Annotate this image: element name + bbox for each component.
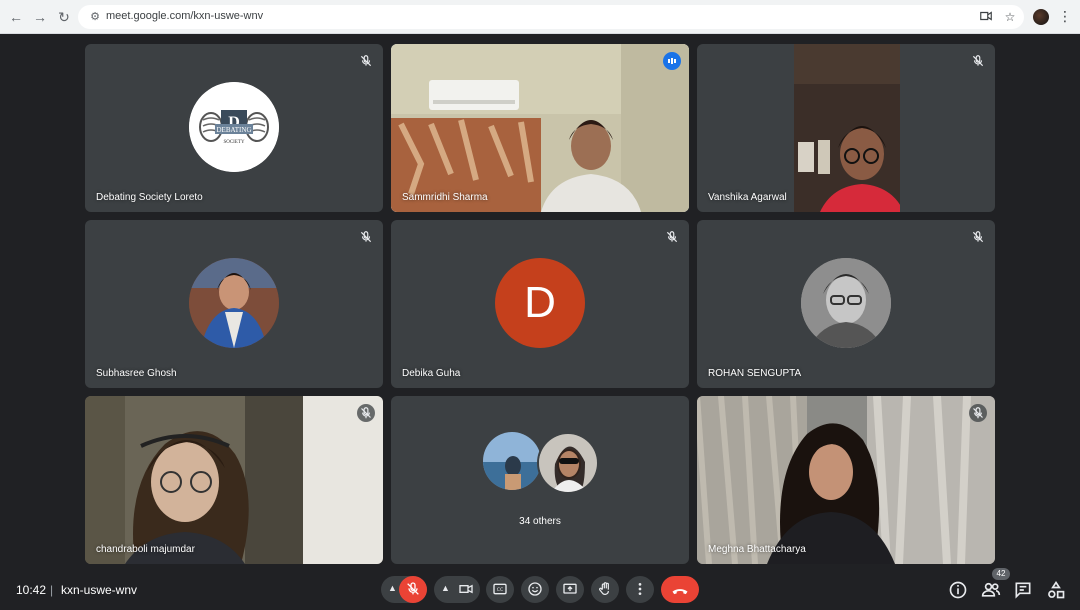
participant-tile[interactable]: Meghna Bhattacharya: [697, 396, 995, 564]
svg-text:DEBATING: DEBATING: [217, 126, 252, 134]
participant-tile[interactable]: D Debika Guha: [391, 220, 689, 388]
mic-off-icon: [357, 404, 375, 422]
meeting-time: 10:42: [16, 583, 47, 597]
participant-tile[interactable]: chandraboli majumdar: [85, 396, 383, 564]
url-text[interactable]: meet.google.com/kxn-uswe-wnv: [106, 10, 263, 22]
profile-avatar[interactable]: [1033, 9, 1049, 25]
reload-icon[interactable]: ↻: [56, 9, 72, 25]
people-count-badge: 42: [992, 568, 1010, 580]
participant-name: Vanshika Agarwal: [708, 192, 787, 203]
more-vert-icon: [638, 583, 642, 595]
meeting-info-icon[interactable]: [948, 580, 968, 600]
participant-avatar: [189, 258, 279, 348]
captions-icon: CC: [493, 583, 507, 595]
debating-society-logo: D DEBATING SOCIETY: [189, 82, 279, 172]
mic-off-icon: [360, 231, 372, 243]
participant-tile-active-speaker[interactable]: Sammridhi Sharma: [391, 44, 689, 212]
bookmark-star-icon[interactable]: ☆: [1002, 9, 1018, 25]
hand-icon: [598, 582, 609, 595]
svg-text:SOCIETY: SOCIETY: [223, 140, 245, 145]
forward-icon[interactable]: →: [32, 9, 48, 25]
participant-name: Meghna Bhattacharya: [708, 544, 806, 555]
speaking-indicator-icon: [663, 52, 681, 70]
participant-tile[interactable]: D DEBATING SOCIETY Debating Society Lore…: [85, 44, 383, 212]
separator: |: [50, 583, 54, 597]
site-settings-icon[interactable]: ⚙: [88, 10, 102, 24]
chevron-up-icon[interactable]: ▲: [388, 583, 397, 593]
browser-menu-icon[interactable]: ⋮: [1058, 8, 1072, 24]
others-avatar: [537, 432, 599, 494]
present-screen-icon: [563, 583, 577, 594]
svg-text:CC: CC: [497, 587, 504, 593]
end-call-icon: [672, 589, 688, 595]
leave-call-button[interactable]: [661, 576, 699, 603]
others-count: 34 others: [519, 516, 561, 527]
back-icon[interactable]: ←: [8, 9, 24, 25]
reactions-button[interactable]: [521, 576, 549, 603]
video-feed: [85, 396, 383, 564]
participant-avatar: [801, 258, 891, 348]
participant-name: ROHAN SENGUPTA: [708, 368, 802, 379]
chevron-up-icon[interactable]: ▲: [441, 583, 450, 593]
others-tile[interactable]: 34 others: [391, 396, 689, 564]
others-avatar: [483, 432, 541, 490]
chat-icon[interactable]: [1013, 580, 1033, 600]
present-button[interactable]: [556, 576, 584, 603]
participant-name: Subhasree Ghosh: [96, 368, 177, 379]
participant-tile[interactable]: Vanshika Agarwal: [697, 44, 995, 212]
video-settings-group[interactable]: ▲: [434, 576, 480, 603]
people-icon[interactable]: [981, 580, 1001, 600]
video-feed: [391, 44, 689, 212]
mic-off-icon: [972, 231, 984, 243]
mic-off-icon: [360, 55, 372, 67]
captions-button[interactable]: CC: [486, 576, 514, 603]
mic-off-icon: [666, 231, 678, 243]
participant-name: Debika Guha: [402, 368, 461, 379]
activities-icon[interactable]: [1046, 580, 1066, 600]
camera-icon[interactable]: [458, 581, 474, 597]
camera-icon[interactable]: [978, 9, 994, 25]
mic-off-icon: [407, 582, 419, 595]
emoji-icon: [528, 582, 542, 596]
meeting-code: kxn-uswe-wnv: [61, 583, 138, 597]
browser-toolbar: ← → ↻ ⚙ meet.google.com/kxn-uswe-wnv ☆ ⋮: [0, 0, 1080, 34]
meeting-controls-bar: 10:42 | kxn-uswe-wnv ▲ ▲ CC: [0, 570, 1080, 610]
participant-name: chandraboli majumdar: [96, 544, 195, 555]
mic-off-icon: [969, 404, 987, 422]
participant-tile[interactable]: ROHAN SENGUPTA: [697, 220, 995, 388]
more-options-button[interactable]: [626, 576, 654, 603]
video-feed: [697, 396, 995, 564]
mic-toggle-button[interactable]: [399, 576, 427, 603]
address-bar[interactable]: ⚙ meet.google.com/kxn-uswe-wnv ☆: [78, 5, 1024, 29]
participant-tile[interactable]: Subhasree Ghosh: [85, 220, 383, 388]
raise-hand-button[interactable]: [591, 576, 619, 603]
avatar-letter: D: [495, 258, 585, 348]
video-feed: [794, 44, 900, 212]
participant-name: Debating Society Loreto: [96, 192, 203, 203]
mic-off-icon: [972, 55, 984, 67]
participant-name: Sammridhi Sharma: [402, 192, 488, 203]
